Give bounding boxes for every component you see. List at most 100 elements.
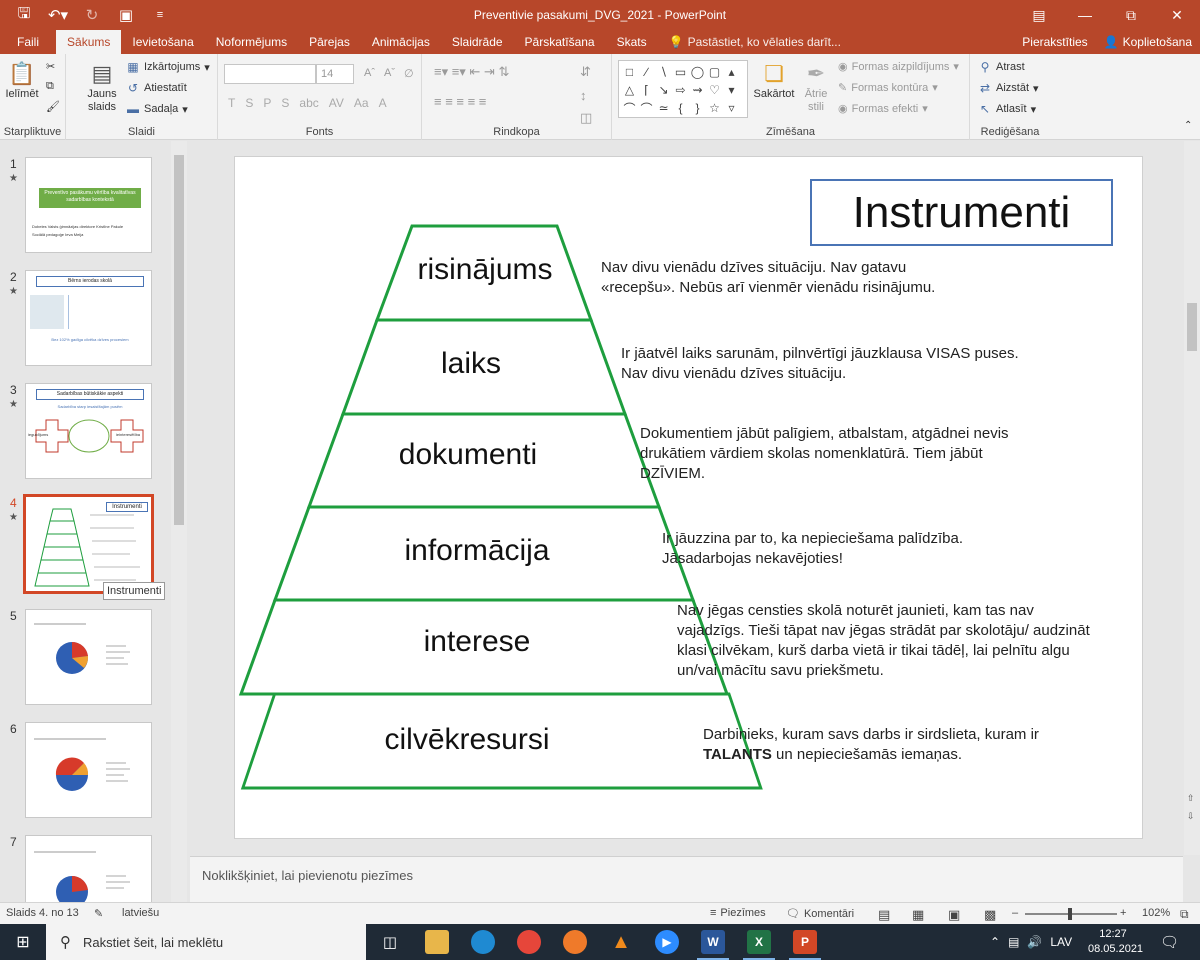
star-shape-icon[interactable]: ☆: [706, 99, 723, 117]
find-button[interactable]: ⚲ Atrast: [978, 60, 1025, 74]
tab-file[interactable]: Faili: [0, 30, 56, 54]
slide-canvas[interactable]: Instrumenti risinājums laiks dokumenti i…: [234, 156, 1143, 839]
task-view-icon[interactable]: ◫: [378, 930, 402, 954]
rounded-rect-shape-icon[interactable]: ▢: [706, 63, 723, 81]
brace-left-icon[interactable]: {: [672, 99, 689, 117]
bullets-icon[interactable]: ≡▾ ≡▾ ⇤ ⇥ ⇅: [434, 64, 509, 80]
shape-fill-button[interactable]: ◉ Formas aizpildījums ▾: [838, 60, 959, 74]
slide-sorter-icon[interactable]: ▦: [912, 907, 924, 923]
clear-formatting-icon[interactable]: ∅: [404, 67, 414, 80]
tab-transitions[interactable]: Pārejas: [298, 30, 361, 54]
collapse-ribbon-icon[interactable]: ⌃: [1184, 120, 1192, 131]
network-icon[interactable]: ▤: [1008, 935, 1019, 949]
zoom-slider-handle[interactable]: [1068, 908, 1072, 920]
save-icon[interactable]: 🖫: [8, 0, 40, 30]
cut-icon[interactable]: ✂: [46, 60, 55, 73]
comments-toggle[interactable]: 🗨 Komentāri: [786, 907, 854, 921]
ribbon-display-options-icon[interactable]: ▤: [1016, 0, 1062, 30]
strikethrough-button[interactable]: abc: [299, 96, 318, 110]
slide-thumbnail-7[interactable]: [25, 835, 152, 902]
level-label-informacija[interactable]: informācija: [377, 534, 577, 568]
tab-view[interactable]: Skats: [606, 30, 658, 54]
taskbar-clock[interactable]: 12:27 08.05.2021: [1088, 927, 1143, 957]
word-icon[interactable]: W: [697, 930, 729, 960]
close-button[interactable]: ✕: [1154, 0, 1200, 30]
thumbnail-scrollbar-thumb[interactable]: [174, 155, 184, 525]
description-risinajums[interactable]: Nav divu vienādu dzīves situāciju. Nav g…: [601, 258, 981, 298]
scroll-down-icon[interactable]: ▾: [723, 81, 740, 99]
description-cilvekresursi[interactable]: Darbinieks, kuram savs darbs ir sirdslie…: [703, 725, 1083, 765]
description-laiks[interactable]: Ir jāatvēl laiks sarunām, pilnvērtīgi jā…: [621, 344, 1021, 384]
scroll-up-icon[interactable]: ▴: [723, 63, 740, 81]
align-text-icon[interactable]: ↕: [580, 88, 587, 103]
decrease-font-icon[interactable]: Aˇ: [384, 67, 395, 79]
shape-effects-button[interactable]: ◉ Formas efekti ▾: [838, 102, 928, 116]
powerpoint-icon[interactable]: P: [789, 930, 821, 960]
volume-icon[interactable]: 🔊: [1027, 935, 1042, 949]
tab-insert[interactable]: Ievietošana: [121, 30, 204, 54]
description-interese[interactable]: Nav jēgas censties skolā noturēt jauniet…: [677, 601, 1097, 681]
text-direction-icon[interactable]: ⇵: [580, 64, 591, 80]
notes-pane[interactable]: Noklikšķiniet, lai pievienotu piezīmes: [190, 856, 1183, 902]
section-button[interactable]: ▬ Sadaļa ▾: [126, 102, 188, 116]
present-from-start-icon[interactable]: ▣: [110, 0, 142, 30]
new-slide-button[interactable]: ▤ Jauns slaids: [82, 58, 122, 114]
fit-slide-icon[interactable]: ⧉: [1180, 907, 1189, 922]
smartart-icon[interactable]: ◫: [580, 110, 592, 126]
select-button[interactable]: ↖ Atlasīt ▾: [978, 102, 1036, 116]
windows-start-icon[interactable]: ⊞: [0, 924, 46, 960]
slide-thumbnail-6[interactable]: [25, 722, 152, 818]
slide-thumbnail-4[interactable]: Instrumenti: [23, 494, 154, 594]
brace-right-icon[interactable]: }: [689, 99, 706, 117]
zoom-in-icon[interactable]: +: [1120, 907, 1126, 919]
level-label-dokumenti[interactable]: dokumenti: [368, 438, 568, 472]
undo-icon[interactable]: ↶▾: [42, 0, 74, 30]
tell-me-box[interactable]: 💡 Pastāstiet, ko vēlaties darīt...: [658, 30, 852, 54]
sign-in-link[interactable]: Pierakstīties: [1014, 30, 1095, 54]
description-informacija[interactable]: Ir jāuzzina par to, ka nepieciešama palī…: [662, 529, 1022, 569]
normal-view-icon[interactable]: ▤: [878, 907, 890, 923]
redo-icon[interactable]: ↻: [76, 0, 108, 30]
angle-line-icon[interactable]: ⌈: [638, 81, 655, 99]
pentagon-arrow-icon[interactable]: ⇝: [689, 81, 706, 99]
oval-shape-icon[interactable]: ◯: [689, 63, 706, 81]
language-indicator[interactable]: latviešu: [122, 907, 159, 919]
tab-slideshow[interactable]: Slaidrāde: [441, 30, 514, 54]
tab-design[interactable]: Noformējums: [205, 30, 298, 54]
arrange-button[interactable]: ❏ Sakārtot: [752, 58, 796, 101]
line-shape-icon[interactable]: ∖: [655, 63, 672, 81]
arrow-shape-icon[interactable]: ↘: [655, 81, 672, 99]
notification-icon[interactable]: 🗨: [1160, 924, 1179, 960]
arc-shape-icon[interactable]: ⌒: [638, 99, 655, 117]
notes-toggle[interactable]: ≡ Piezīmes: [710, 907, 766, 919]
shapes-gallery[interactable]: □ ∕ ∖ ▭ ◯ ▢ ▴ △ ⌈ ↘ ⇨ ⇝ ♡ ▾ ⌒ ⌒ ≃ { } ☆ …: [618, 60, 748, 118]
edge-icon[interactable]: [471, 930, 495, 954]
spacing-button[interactable]: AV: [329, 96, 344, 110]
restore-button[interactable]: ⧉: [1108, 0, 1154, 30]
chevron-up-icon[interactable]: ⌃: [990, 935, 1000, 949]
tab-animations[interactable]: Animācijas: [361, 30, 441, 54]
font-size-field[interactable]: 14: [316, 64, 354, 84]
reset-button[interactable]: ↺ Atiestatīt: [126, 81, 187, 95]
layout-button[interactable]: ▦ Izkārtojums ▾: [126, 60, 209, 74]
slide-thumbnail-3[interactable]: Sadarbības būtiskākie aspekti Sadarbība …: [25, 383, 152, 479]
thumbnail-scrollbar[interactable]: [171, 141, 187, 902]
slide-thumbnail-1[interactable]: Preventīvo pasākumu vērtība kvalitatīvas…: [25, 157, 152, 253]
tab-home[interactable]: Sākums: [56, 30, 122, 54]
taskbar-search-box[interactable]: ⚲ Rakstiet šeit, lai meklētu: [46, 924, 366, 960]
alignment-icons[interactable]: ≡ ≡ ≡ ≡ ≡: [434, 94, 486, 109]
reading-view-icon[interactable]: ▣: [948, 907, 960, 923]
slide-thumbnail-2[interactable]: Bērns ierodas skolā Bez 102% gadīga cilv…: [25, 270, 152, 366]
chrome-icon[interactable]: [517, 930, 541, 954]
right-arrow-shape-icon[interactable]: ⇨: [672, 81, 689, 99]
customize-dropdown-icon[interactable]: ≡: [144, 0, 176, 30]
file-explorer-icon[interactable]: [425, 930, 449, 954]
level-label-risinajums[interactable]: risinājums: [385, 253, 585, 287]
firefox-icon[interactable]: [563, 930, 587, 954]
vlc-icon[interactable]: ▲: [609, 930, 633, 954]
shape-outline-button[interactable]: ✎ Formas kontūra ▾: [838, 81, 938, 95]
line-shape-icon[interactable]: ∕: [638, 63, 655, 81]
tab-review[interactable]: Pārskatīšana: [514, 30, 606, 54]
copy-icon[interactable]: ⧉: [46, 80, 54, 93]
zoom-level[interactable]: 102%: [1142, 907, 1170, 919]
